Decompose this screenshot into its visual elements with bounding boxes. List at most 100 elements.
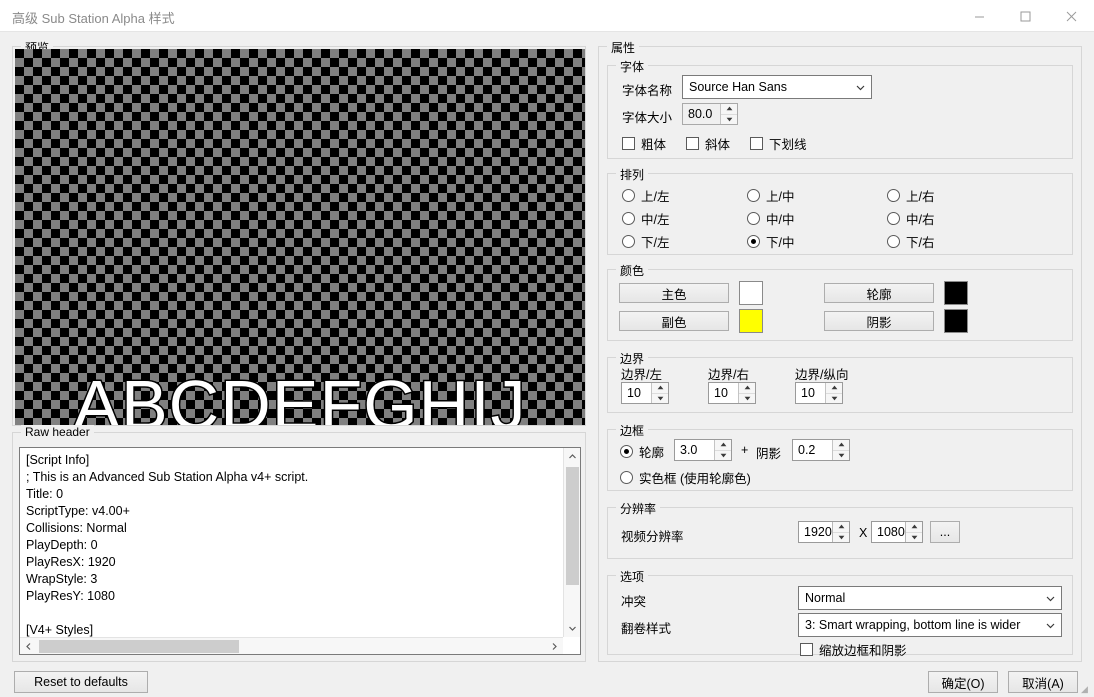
border-shadow-spinner[interactable]: 0.2: [792, 439, 850, 461]
secondary-color-button[interactable]: 副色: [619, 311, 729, 331]
align-option-label: 中/右: [906, 213, 935, 227]
margin-left-spinner[interactable]: 10: [621, 382, 669, 404]
raw-header-horizontal-scrollbar[interactable]: [20, 637, 563, 654]
font-group: 字体 字体名称 Source Han Sans 字体大小 80.0 粗体 斜体 …: [607, 58, 1073, 159]
stepper-down-icon[interactable]: [906, 533, 922, 543]
stepper-up-icon[interactable]: [906, 522, 922, 533]
align-bottom-right-radio[interactable]: 下/右: [887, 232, 934, 251]
vertical-scroll-thumb[interactable]: [566, 467, 579, 585]
preview-canvas[interactable]: ABCDEFGHIJ: [15, 49, 585, 425]
stepper-down-icon[interactable]: [739, 394, 755, 404]
ok-label: 确定(O): [941, 676, 985, 691]
border-opaque-box-label: 实色框 (使用轮廓色): [639, 472, 751, 486]
maximize-button[interactable]: [1002, 0, 1048, 32]
border-outline-radio[interactable]: 轮廓: [620, 442, 664, 461]
stepper-up-icon[interactable]: [739, 383, 755, 394]
chevron-down-icon[interactable]: [1039, 614, 1061, 636]
align-bottom-center-radio[interactable]: 下/中: [747, 232, 794, 251]
margin-vertical-stepper[interactable]: [825, 383, 842, 403]
margin-vertical-spinner[interactable]: 10: [795, 382, 843, 404]
font-name-combo[interactable]: Source Han Sans: [682, 75, 872, 99]
align-middle-center-radio[interactable]: 中/中: [747, 209, 794, 228]
scroll-down-icon[interactable]: [564, 620, 580, 637]
reset-label: Reset to defaults: [34, 675, 128, 689]
scroll-up-icon[interactable]: [564, 448, 580, 465]
stepper-down-icon[interactable]: [833, 451, 849, 461]
border-outline-spinner[interactable]: 3.0: [674, 439, 732, 461]
primary-color-button[interactable]: 主色: [619, 283, 729, 303]
border-outline-stepper[interactable]: [714, 440, 731, 460]
properties-label: 属性: [607, 39, 640, 56]
stepper-down-icon[interactable]: [721, 115, 737, 125]
chevron-down-icon[interactable]: [849, 76, 871, 98]
border-outline-value: 3.0: [680, 443, 698, 457]
primary-color-swatch[interactable]: [739, 281, 763, 305]
align-top-center-radio[interactable]: 上/中: [747, 186, 794, 205]
stepper-up-icon[interactable]: [833, 522, 849, 533]
chevron-down-icon[interactable]: [1039, 587, 1061, 609]
preview-sample-text: ABCDEFGHIJ: [72, 365, 527, 426]
shadow-color-swatch[interactable]: [944, 309, 968, 333]
margin-right-spinner[interactable]: 10: [708, 382, 756, 404]
resolution-height-stepper[interactable]: [905, 522, 922, 542]
resolution-browse-button[interactable]: ...: [930, 521, 960, 543]
stepper-down-icon[interactable]: [826, 394, 842, 404]
border-opaque-box-radio[interactable]: 实色框 (使用轮廓色): [620, 468, 751, 487]
bold-checkbox[interactable]: 粗体: [622, 134, 666, 153]
stepper-up-icon[interactable]: [652, 383, 668, 394]
radio-circle: [620, 445, 633, 458]
wrapstyle-combo[interactable]: 3: Smart wrapping, bottom line is wider: [798, 613, 1062, 637]
stepper-up-icon[interactable]: [826, 383, 842, 394]
underline-checkbox[interactable]: 下划线: [750, 134, 807, 153]
resize-grip-icon[interactable]: ◢: [1081, 684, 1091, 694]
scroll-left-icon[interactable]: [20, 638, 37, 654]
cancel-button[interactable]: 取消(A): [1008, 671, 1078, 693]
margin-right-stepper[interactable]: [738, 383, 755, 403]
align-middle-left-radio[interactable]: 中/左: [622, 209, 669, 228]
resolution-width-spinner[interactable]: 1920: [798, 521, 850, 543]
border-group: 边框 轮廓 3.0 + 阴影 0.2 实色框 (使用轮廓色): [607, 422, 1073, 491]
stepper-up-icon[interactable]: [721, 104, 737, 115]
title-bar: 高级 Sub Station Alpha 样式: [0, 0, 1094, 32]
ok-button[interactable]: 确定(O): [928, 671, 998, 693]
options-group: 选项 冲突 Normal 翻卷样式 3: Smart wrapping, bot…: [607, 568, 1073, 658]
align-top-right-radio[interactable]: 上/右: [887, 186, 934, 205]
checkbox-box: [622, 137, 635, 150]
outline-color-button[interactable]: 轮廓: [824, 283, 934, 303]
font-size-stepper[interactable]: [720, 104, 737, 124]
resolution-group-label: 分辨率: [616, 500, 661, 517]
scale-border-shadow-label: 缩放边框和阴影: [819, 644, 907, 658]
italic-checkbox[interactable]: 斜体: [686, 134, 730, 153]
align-bottom-left-radio[interactable]: 下/左: [622, 232, 669, 251]
align-top-left-radio[interactable]: 上/左: [622, 186, 669, 205]
resolution-width-stepper[interactable]: [832, 522, 849, 542]
stepper-down-icon[interactable]: [652, 394, 668, 404]
scroll-right-icon[interactable]: [546, 638, 563, 654]
shadow-color-button[interactable]: 阴影: [824, 311, 934, 331]
stepper-up-icon[interactable]: [833, 440, 849, 451]
dialog-window: 高级 Sub Station Alpha 样式 预览 ABCDEFGHIJ Ra…: [0, 0, 1094, 697]
align-option-label: 下/中: [766, 236, 795, 250]
horizontal-scroll-thumb[interactable]: [39, 640, 239, 653]
raw-header-textarea[interactable]: [Script Info] ; This is an Advanced Sub …: [19, 447, 581, 655]
font-size-label: 字体大小: [622, 111, 673, 125]
scale-border-shadow-checkbox[interactable]: 缩放边框和阴影: [800, 640, 907, 659]
minimize-button[interactable]: [956, 0, 1002, 32]
stepper-up-icon[interactable]: [715, 440, 731, 451]
align-middle-right-radio[interactable]: 中/右: [887, 209, 934, 228]
secondary-color-swatch[interactable]: [739, 309, 763, 333]
resolution-height-spinner[interactable]: 1080: [871, 521, 923, 543]
margin-left-stepper[interactable]: [651, 383, 668, 403]
reset-to-defaults-button[interactable]: Reset to defaults: [14, 671, 148, 693]
collision-combo[interactable]: Normal: [798, 586, 1062, 610]
resolution-width-value: 1920: [804, 525, 832, 539]
font-name-label: 字体名称: [622, 84, 673, 98]
margin-left-label: 边界/左: [621, 368, 662, 382]
close-button[interactable]: [1048, 0, 1094, 32]
font-size-spinner[interactable]: 80.0: [682, 103, 738, 125]
raw-header-vertical-scrollbar[interactable]: [563, 448, 580, 637]
outline-color-swatch[interactable]: [944, 281, 968, 305]
stepper-down-icon[interactable]: [833, 533, 849, 543]
border-shadow-stepper[interactable]: [832, 440, 849, 460]
stepper-down-icon[interactable]: [715, 451, 731, 461]
